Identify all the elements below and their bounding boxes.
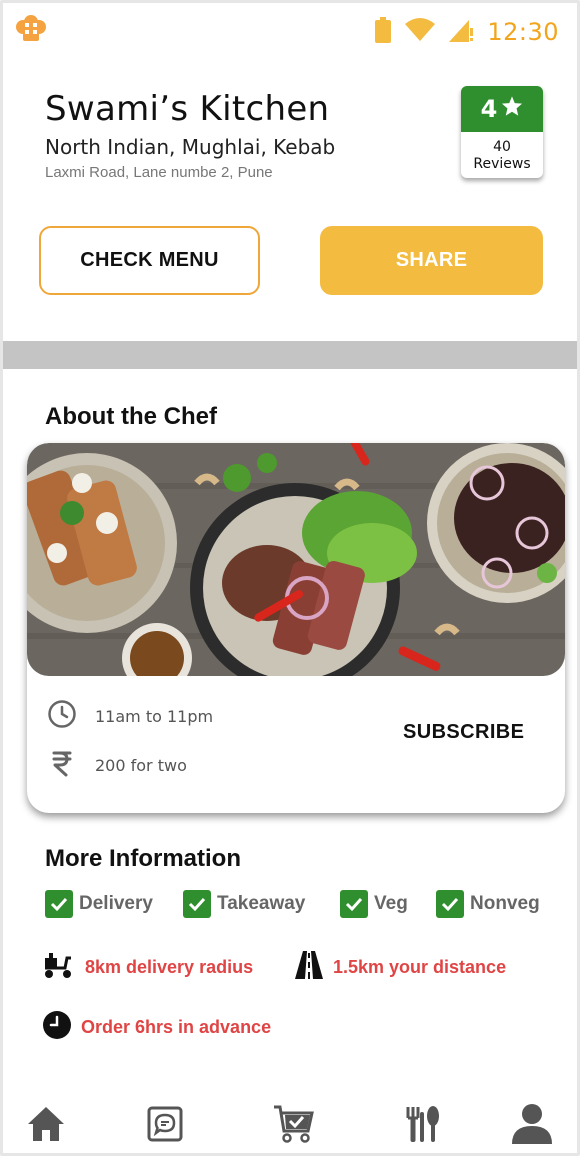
- check-menu-button[interactable]: CHECK MENU: [39, 226, 260, 295]
- tag-label: Nonveg: [470, 893, 540, 914]
- share-button[interactable]: SHARE: [320, 226, 543, 295]
- more-info-title: More Information: [45, 845, 241, 872]
- hours-row: 11am to 11pm: [47, 699, 213, 733]
- clock-filled-icon: [43, 1011, 71, 1044]
- battery-icon: [375, 17, 392, 47]
- chat-icon[interactable]: [142, 1101, 188, 1147]
- signal-icon: [449, 18, 474, 46]
- price-row: 200 for two: [47, 748, 187, 782]
- delivery-radius-info: 8km delivery radius: [43, 950, 253, 985]
- clock-icon: [47, 699, 77, 733]
- price-text: 200 for two: [95, 755, 187, 775]
- tag-label: Takeaway: [217, 893, 306, 914]
- chef-card: 11am to 11pm 200 for two SUBSCRIBE: [27, 443, 565, 813]
- checkbox-checked-icon: [340, 890, 368, 918]
- service-tags: Delivery Takeaway Veg Nonveg: [45, 890, 540, 918]
- section-divider: [3, 341, 577, 369]
- advance-order-info: Order 6hrs in advance: [43, 1011, 271, 1044]
- reviews-label: Reviews: [473, 156, 531, 172]
- home-icon[interactable]: [23, 1101, 69, 1147]
- status-bar: 12:30: [3, 3, 577, 61]
- tag-label: Delivery: [79, 893, 153, 914]
- rating-value: 4: [480, 95, 498, 123]
- scooter-icon: [43, 950, 75, 985]
- tag-label: Veg: [374, 893, 408, 914]
- checkbox-checked-icon: [45, 890, 73, 918]
- tag-delivery: Delivery: [45, 890, 183, 918]
- delivery-radius-text: 8km delivery radius: [85, 957, 254, 977]
- reviews-count: 40: [493, 139, 511, 155]
- rating-value-row: 4: [461, 86, 543, 132]
- hours-text: 11am to 11pm: [95, 706, 214, 726]
- cutlery-icon[interactable]: [399, 1101, 445, 1147]
- distance-info: 1.5km your distance: [295, 950, 506, 985]
- cart-icon[interactable]: [270, 1101, 316, 1147]
- chef-logo-icon: [15, 13, 47, 45]
- status-time: 12:30: [487, 18, 559, 46]
- restaurant-name: Swami’s Kitchen: [45, 89, 330, 129]
- road-icon: [295, 950, 323, 985]
- checkbox-checked-icon: [183, 890, 211, 918]
- checkbox-checked-icon: [436, 890, 464, 918]
- restaurant-cuisines: North Indian, Mughlai, Kebab: [45, 135, 336, 159]
- app-screen: 12:30 Swami’s Kitchen North Indian, Mugh…: [0, 0, 580, 1156]
- rating-badge[interactable]: 4 40 Reviews: [461, 86, 543, 178]
- restaurant-address: Laxmi Road, Lane numbe 2, Pune: [45, 164, 273, 181]
- star-icon: [501, 95, 523, 123]
- food-photo: [27, 443, 565, 676]
- reviews-summary: 40 Reviews: [461, 139, 543, 173]
- bottom-navigation: [3, 1093, 577, 1153]
- wifi-icon: [405, 18, 436, 46]
- tag-veg: Veg: [340, 890, 436, 918]
- subscribe-button[interactable]: SUBSCRIBE: [403, 721, 524, 744]
- advance-order-text: Order 6hrs in advance: [81, 1017, 272, 1037]
- profile-icon[interactable]: [509, 1101, 555, 1147]
- rupee-icon: [47, 748, 77, 782]
- distance-text: 1.5km your distance: [333, 957, 507, 977]
- tag-nonveg: Nonveg: [436, 890, 540, 918]
- about-chef-title: About the Chef: [45, 403, 217, 430]
- tag-takeaway: Takeaway: [183, 890, 340, 918]
